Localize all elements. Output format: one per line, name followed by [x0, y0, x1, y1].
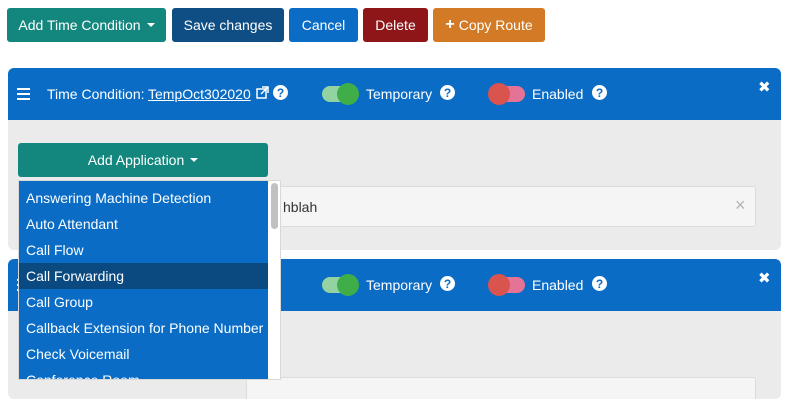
copy-route-label: Copy Route: [458, 17, 533, 33]
application-field-value: hblah: [283, 199, 318, 215]
external-link-icon[interactable]: [256, 86, 269, 99]
enabled-toggle[interactable]: [488, 83, 525, 105]
enabled-toggle[interactable]: [488, 274, 525, 296]
plus-icon: +: [445, 16, 455, 33]
delete-label: Delete: [375, 17, 416, 33]
application-field[interactable]: [246, 377, 756, 399]
dropdown-option[interactable]: Check Voicemail: [19, 341, 268, 367]
temporary-label: Temporary: [366, 86, 433, 102]
time-condition-title-prefix: Time Condition:: [47, 86, 145, 102]
copy-route-button[interactable]: + Copy Route: [433, 8, 545, 42]
help-icon[interactable]: ?: [273, 85, 288, 100]
add-application-button[interactable]: Add Application: [18, 143, 268, 177]
add-time-condition-label: Add Time Condition: [18, 17, 141, 33]
dropdown-option-highlighted[interactable]: Call Forwarding: [19, 263, 268, 289]
enabled-label: Enabled: [532, 277, 584, 293]
hamburger-icon[interactable]: [17, 88, 30, 103]
enabled-help-icon[interactable]: ?: [592, 85, 607, 100]
save-changes-button[interactable]: Save changes: [172, 8, 284, 42]
caret-down-icon: [146, 23, 155, 27]
add-time-condition-button[interactable]: Add Time Condition: [7, 8, 166, 42]
cancel-label: Cancel: [301, 17, 346, 33]
temporary-help-icon[interactable]: ?: [440, 276, 455, 291]
dropdown-scrollbar[interactable]: [268, 181, 280, 379]
dropdown-option[interactable]: Auto Attendant: [19, 211, 268, 237]
application-field[interactable]: hblah ×: [262, 186, 756, 227]
save-changes-label: Save changes: [183, 17, 273, 33]
add-application-label: Add Application: [87, 152, 185, 168]
enabled-help-icon[interactable]: ?: [592, 276, 607, 291]
dropdown-option[interactable]: Call Group: [19, 289, 268, 315]
dropdown-option[interactable]: Answering Machine Detection: [19, 185, 268, 211]
panel-header: Time Condition: TempOct302020 ? Temporar…: [8, 68, 781, 120]
dropdown-option[interactable]: Conference Room: [19, 367, 268, 379]
clear-icon[interactable]: ×: [735, 195, 746, 216]
dropdown-option[interactable]: Call Flow: [19, 237, 268, 263]
enabled-label: Enabled: [532, 86, 584, 102]
delete-button[interactable]: Delete: [363, 8, 428, 42]
application-dropdown: Answering Machine Detection Auto Attenda…: [18, 180, 281, 380]
temporary-help-icon[interactable]: ?: [440, 85, 455, 100]
scrollbar-thumb[interactable]: [271, 183, 278, 229]
close-icon[interactable]: ✖: [758, 78, 771, 96]
time-condition-name-link[interactable]: TempOct302020: [148, 86, 251, 102]
close-icon[interactable]: ✖: [758, 269, 771, 287]
caret-down-icon: [190, 158, 199, 162]
temporary-toggle[interactable]: [322, 83, 359, 105]
dropdown-option[interactable]: Callback Extension for Phone Number: [19, 315, 268, 341]
temporary-toggle[interactable]: [322, 274, 359, 296]
temporary-label: Temporary: [366, 277, 433, 293]
cancel-button[interactable]: Cancel: [289, 8, 358, 42]
